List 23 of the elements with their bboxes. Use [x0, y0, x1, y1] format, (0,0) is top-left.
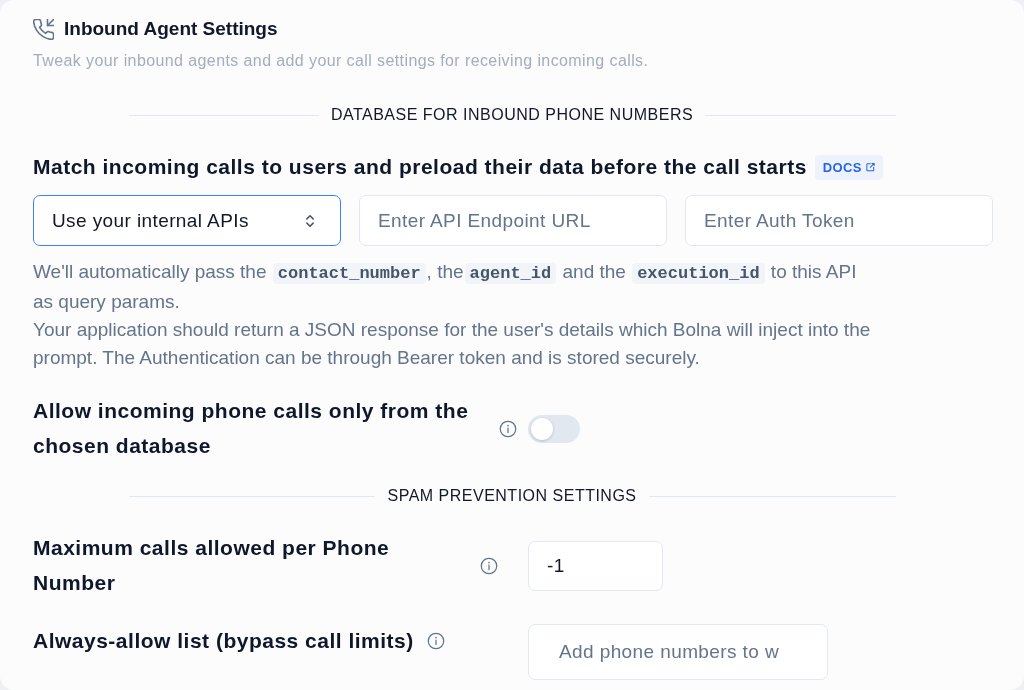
docs-link[interactable]: DOCS — [814, 154, 883, 180]
setting-label: Allow incoming phone calls only from the chosen database — [33, 398, 470, 459]
endpoint-url-field[interactable]: Enter API Endpoint URL — [359, 195, 667, 246]
info-icon[interactable] — [480, 556, 498, 575]
toggle-switch[interactable] — [528, 414, 580, 443]
info-icon[interactable] — [499, 419, 517, 438]
section-subtitle: Tweak your inbound agents and add your call settings for receiving incoming calls. — [33, 51, 650, 71]
divider-heading: DATABASE FOR INBOUND PHONE NUMBERS — [330, 105, 694, 125]
section-title: Inbound Agent Settings — [64, 17, 278, 41]
setting-label: Always-allow list (bypass call limits) — [33, 628, 414, 654]
number-field[interactable]: -1 — [528, 540, 663, 591]
setting-label: Maximum calls allowed per Phone Number — [33, 535, 391, 596]
auth-token-field[interactable]: Enter Auth Token — [685, 195, 993, 246]
chevron-up-down-icon — [306, 214, 314, 227]
help-text: We'll automatically pass the contact_number , the agent_id and the execution_id to this API as query params. — [33, 260, 858, 314]
database-heading: Match incoming calls to users and preload their data before the call starts — [33, 154, 807, 180]
phone-list-field[interactable]: Add phone numbers to w — [528, 624, 828, 680]
divider-heading: SPAM PREVENTION SETTINGS — [387, 486, 637, 506]
external-link-icon — [865, 162, 875, 172]
info-icon[interactable] — [426, 632, 445, 650]
phone-incoming-icon — [33, 18, 54, 40]
source-select[interactable]: Use your internal APIs — [33, 195, 341, 246]
help-text: Your application should return a JSON response for the user's details which Bolna will inject into the prompt. The Authentication can be through Bearer token and is stored securely. — [33, 318, 872, 370]
